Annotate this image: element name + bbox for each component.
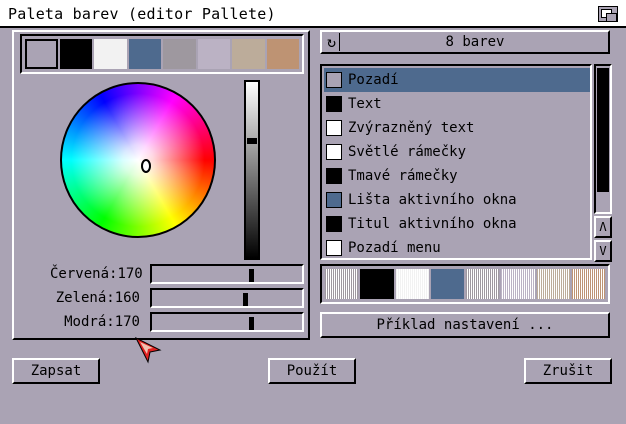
color-chip — [326, 96, 342, 112]
blue-slider[interactable] — [150, 312, 304, 332]
color-chip — [326, 120, 342, 136]
color-chip — [326, 192, 342, 208]
preview-pattern — [430, 269, 464, 299]
list-item-label: Pozadí — [348, 72, 399, 88]
example-settings-button[interactable]: Příklad nastavení ... — [320, 312, 610, 338]
color-chip — [326, 240, 342, 256]
colors-count-label: 8 barev — [445, 34, 505, 50]
color-chip — [326, 168, 342, 184]
preview-pattern — [571, 269, 605, 299]
list-item-label: Pozadí menu — [348, 240, 441, 256]
palette-swatch[interactable] — [94, 39, 127, 69]
color-chip — [326, 144, 342, 160]
green-label: Zelená:160 — [55, 290, 140, 306]
preview-pattern — [536, 269, 570, 299]
preview-pattern — [360, 269, 394, 299]
preview-pattern — [325, 269, 359, 299]
palette-swatches — [20, 34, 304, 74]
preview-pattern — [466, 269, 500, 299]
list-item[interactable]: Tmavé rámečky — [324, 164, 590, 188]
green-slider[interactable] — [150, 288, 304, 308]
palette-swatch[interactable] — [25, 39, 58, 69]
red-label: Červená:170 — [50, 266, 143, 282]
brightness-slider[interactable] — [244, 80, 260, 260]
palette-swatch[interactable] — [232, 39, 265, 69]
list-item[interactable]: Pozadí — [324, 68, 590, 92]
palette-swatch[interactable] — [59, 39, 92, 69]
mouse-pointer-icon — [134, 336, 162, 364]
scroll-down-button[interactable]: V — [594, 240, 612, 262]
window-title: Paleta barev (editor Pallete) — [8, 5, 276, 23]
list-item[interactable]: Pozadí menu — [324, 236, 590, 260]
list-item[interactable]: Text — [324, 92, 590, 116]
use-button[interactable]: Použít — [268, 358, 356, 384]
list-item[interactable]: Zvýrazněný text — [324, 116, 590, 140]
color-chip — [326, 216, 342, 232]
red-slider[interactable] — [150, 264, 304, 284]
list-item-label: Zvýrazněný text — [348, 120, 475, 136]
list-item[interactable]: Světlé rámečky — [324, 140, 590, 164]
color-chip — [326, 72, 342, 88]
blue-slider-knob[interactable] — [249, 317, 254, 330]
blue-label: Modrá:170 — [64, 314, 140, 330]
list-item[interactable]: Titul aktivního okna — [324, 212, 590, 236]
list-scroll-thumb[interactable] — [597, 68, 609, 192]
color-role-list: Pozadí Text Zvýrazněný text Světlé rámečky T… — [320, 64, 592, 260]
list-item-label: Světlé rámečky — [348, 144, 467, 160]
palette-swatch[interactable] — [266, 39, 299, 69]
scroll-up-button[interactable]: Λ — [594, 216, 612, 238]
list-item-label: Tmavé rámečky — [348, 168, 458, 184]
preview-patterns — [320, 264, 610, 304]
save-button[interactable]: Zapsat — [12, 358, 100, 384]
cancel-button[interactable]: Zrušit — [524, 358, 612, 384]
color-wheel-cursor[interactable] — [141, 159, 151, 173]
preview-pattern — [395, 269, 429, 299]
palette-swatch[interactable] — [128, 39, 161, 69]
preview-pattern — [501, 269, 535, 299]
list-item-label: Titul aktivního okna — [348, 216, 517, 232]
color-wheel[interactable] — [60, 82, 216, 238]
palette-swatch[interactable] — [197, 39, 230, 69]
brightness-knob[interactable] — [247, 138, 257, 144]
depth-gadget-icon[interactable] — [598, 6, 618, 22]
cycle-icon[interactable]: ↻ — [324, 33, 340, 51]
list-item-label: Lišta aktivního okna — [348, 192, 517, 208]
palette-swatch[interactable] — [163, 39, 196, 69]
red-slider-knob[interactable] — [249, 269, 254, 282]
list-item-label: Text — [348, 96, 382, 112]
list-item[interactable]: Lišta aktivního okna — [324, 188, 590, 212]
green-slider-knob[interactable] — [243, 293, 248, 306]
